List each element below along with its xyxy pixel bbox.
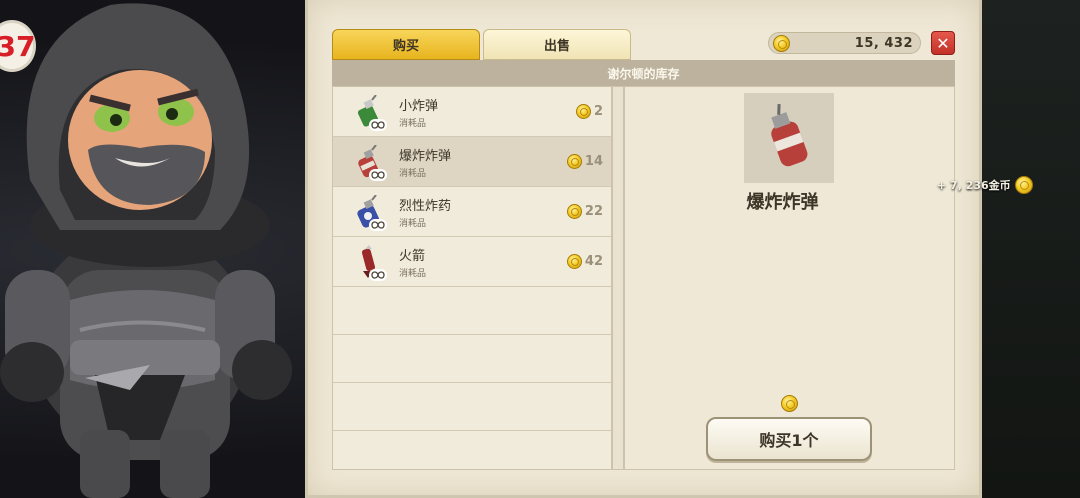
detail-item-name: 爆炸炸弹 — [746, 192, 819, 213]
detail-item-icon-frame — [744, 93, 834, 183]
tab-sell-label: 出售 — [543, 39, 570, 54]
item-price-value: 42 — [584, 254, 603, 269]
infinite-icon — [369, 219, 387, 231]
gold-coin-icon — [566, 204, 582, 219]
item-price-value: 2 — [593, 104, 603, 119]
buy-one-button[interactable]: 购买1个 — [706, 417, 872, 461]
gold-coin-icon — [566, 254, 582, 269]
item-type: 消耗品 — [399, 219, 427, 229]
hooded-rogue-character — [0, 3, 292, 498]
tab-sell[interactable]: 出售 — [483, 29, 631, 60]
gold-coin-icon — [575, 104, 591, 119]
tab-buy-label: 购买 — [392, 39, 419, 54]
scene-foliage — [980, 0, 1080, 498]
item-name: 火箭 — [399, 249, 426, 264]
gold-gain-notification: + 7, 236金币 — [937, 176, 1033, 194]
item-type: 消耗品 — [399, 169, 427, 179]
close-button[interactable]: ✕ — [931, 31, 955, 55]
item-name: 烈性炸药 — [399, 199, 452, 214]
item-price-value: 14 — [584, 154, 603, 169]
item-price: 22 — [566, 204, 603, 219]
empty-slot — [333, 335, 611, 383]
gold-coin-icon — [773, 35, 790, 52]
gold-coin-icon — [781, 395, 798, 412]
coin-balance: 15, 432 — [768, 32, 921, 54]
gold-coin-icon — [566, 154, 582, 169]
list-item[interactable]: 烈性炸药 消耗品 22 — [333, 187, 611, 237]
coin-balance-value: 15, 432 — [854, 35, 913, 51]
buy-one-label: 购买1个 — [759, 431, 819, 450]
gold-coin-icon — [1014, 176, 1033, 194]
blast-bomb-icon — [771, 103, 808, 167]
empty-slot — [333, 383, 611, 431]
list-item[interactable]: 小炸弹 消耗品 2 — [333, 87, 611, 137]
infinite-icon — [369, 269, 387, 281]
item-price: 42 — [566, 254, 603, 269]
inventory-title: 谢尔顿的库存 — [607, 66, 680, 81]
inventory-header: 谢尔顿的库存 — [332, 60, 955, 86]
list-scrollbar[interactable] — [612, 86, 624, 470]
list-item[interactable]: 爆炸炸弹 消耗品 14 — [333, 137, 611, 187]
close-icon: ✕ — [936, 33, 950, 53]
tab-buy[interactable]: 购买 — [332, 29, 480, 60]
item-type: 消耗品 — [399, 269, 427, 279]
infinite-icon — [369, 119, 387, 131]
item-name: 小炸弹 — [399, 99, 439, 114]
item-list[interactable]: 小炸弹 消耗品 2 爆炸炸弹 消耗品 14 烈性炸药 消耗品 22 火箭 消耗品… — [332, 86, 612, 470]
item-name: 爆炸炸弹 — [399, 149, 452, 164]
level-number: 37 — [0, 29, 36, 63]
item-type: 消耗品 — [399, 119, 427, 129]
list-item[interactable]: 火箭 消耗品 42 — [333, 237, 611, 287]
item-price: 2 — [575, 104, 603, 119]
empty-slot — [333, 287, 611, 335]
infinite-icon — [369, 169, 387, 181]
item-price: 14 — [566, 154, 603, 169]
item-price-value: 22 — [584, 204, 603, 219]
gold-gain-text: + 7, 236金币 — [937, 179, 1011, 192]
